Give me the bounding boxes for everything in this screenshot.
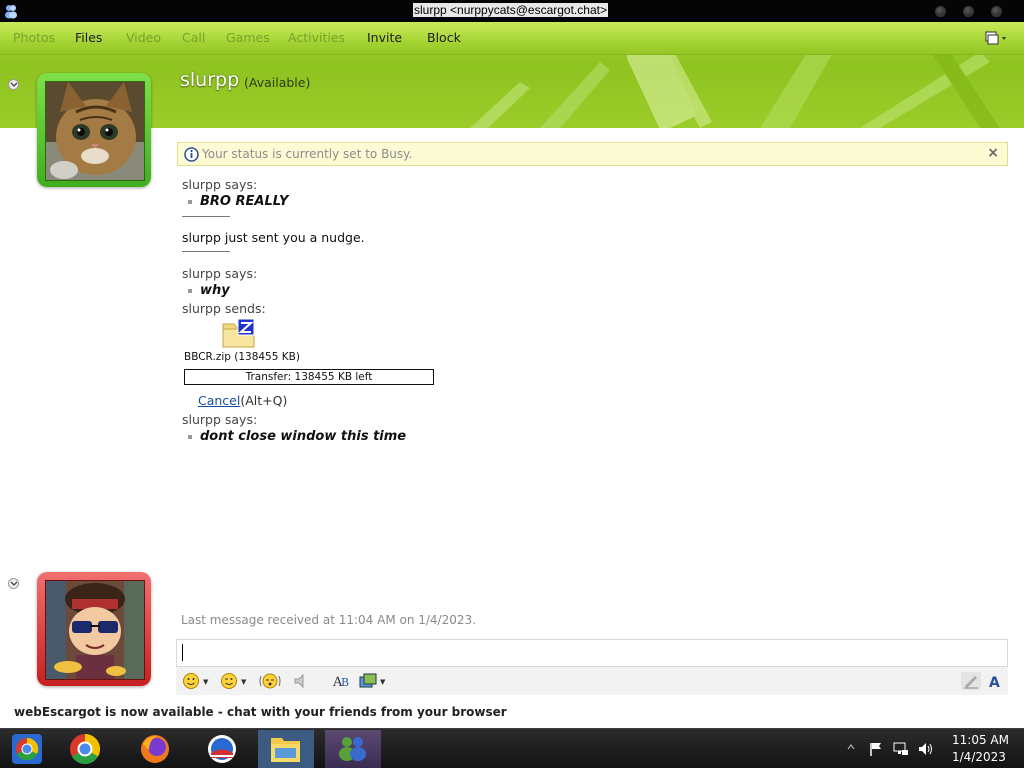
cartoon-avatar-image xyxy=(46,581,144,679)
clock-date[interactable]: 1/4/2023 xyxy=(952,750,1006,764)
promo-banner[interactable]: webEscargot is now available - chat with… xyxy=(14,705,507,719)
nudge-icon[interactable] xyxy=(258,672,282,690)
contact-status: (Available) xyxy=(244,75,311,90)
menu-invite[interactable]: Invite xyxy=(367,30,402,45)
conversation-header: Photos Files Video Call Games Activities… xyxy=(0,22,1024,128)
compose-toolbar: ▼ ▼ A B ▼ A xyxy=(176,667,1008,695)
menu-photos[interactable]: Photos xyxy=(13,30,55,45)
show-hidden-icons-icon[interactable] xyxy=(846,742,856,752)
svg-text:B: B xyxy=(341,676,349,689)
menu-files[interactable]: Files xyxy=(75,30,102,45)
volume-icon[interactable] xyxy=(917,741,935,757)
kitten-image xyxy=(46,82,144,180)
menu-call[interactable]: Call xyxy=(182,30,205,45)
menu-activities[interactable]: Activities xyxy=(288,30,345,45)
cancel-link[interactable]: Cancel xyxy=(198,393,240,408)
menu-games[interactable]: Games xyxy=(226,30,270,45)
status-info-bar: Your status is currently set to Busy. × xyxy=(177,142,1008,166)
options-menu-icon[interactable] xyxy=(984,30,1008,46)
info-message: Your status is currently set to Busy. xyxy=(202,147,413,161)
close-button[interactable] xyxy=(991,6,1002,17)
file-name: BBCR.zip (138455 KB) xyxy=(184,351,300,363)
background-icon[interactable] xyxy=(359,672,377,690)
emoticon-icon[interactable] xyxy=(182,672,200,690)
sender-label: slurpp says: xyxy=(182,266,258,281)
user-avatar xyxy=(45,580,145,680)
background-dropdown-icon[interactable]: ▼ xyxy=(380,678,385,696)
messenger-taskbar-button[interactable] xyxy=(325,730,381,768)
menu-bar: Photos Files Video Call Games Activities… xyxy=(0,22,1024,55)
wink-dropdown-icon[interactable]: ▼ xyxy=(241,678,246,696)
message-text: BRO REALLY xyxy=(200,194,289,209)
network-icon[interactable] xyxy=(892,741,910,757)
bullet xyxy=(188,199,192,204)
wink-icon[interactable] xyxy=(220,672,238,690)
voice-clip-icon[interactable] xyxy=(292,672,310,690)
file-explorer-taskbar-button[interactable] xyxy=(258,730,314,768)
cancel-shortcut: (Alt+Q) xyxy=(240,393,288,408)
message-input[interactable] xyxy=(176,639,1008,667)
clock-time[interactable]: 11:05 AM xyxy=(952,733,1009,747)
separator xyxy=(182,251,230,252)
zip-file-icon[interactable] xyxy=(222,318,256,348)
sender-label: slurpp says: xyxy=(182,412,258,427)
cancel-transfer: Cancel(Alt+Q) xyxy=(198,393,287,408)
contact-avatar xyxy=(45,81,145,181)
messenger-icon xyxy=(5,5,17,19)
menu-block[interactable]: Block xyxy=(427,30,461,45)
info-icon xyxy=(184,147,199,162)
font-icon[interactable]: A B xyxy=(332,672,352,690)
action-center-flag-icon[interactable] xyxy=(868,741,884,757)
escargot-taskbar-button[interactable] xyxy=(194,730,250,768)
message-line: BRO REALLY xyxy=(188,194,288,209)
taskbar xyxy=(0,728,1024,768)
separator xyxy=(182,216,230,217)
chrome-taskbar-button[interactable] xyxy=(57,730,113,768)
title-bar: slurpp <nurppycats@escargot.chat> xyxy=(0,0,1024,22)
bullet xyxy=(188,288,192,293)
firefox-taskbar-button[interactable] xyxy=(127,730,183,768)
start-button[interactable] xyxy=(0,730,56,768)
close-infobar-icon[interactable]: × xyxy=(987,145,999,161)
handwriting-icon[interactable] xyxy=(961,672,981,690)
message-line: dont close window this time xyxy=(188,429,406,444)
collapse-user-icon[interactable] xyxy=(8,578,19,589)
message-text: why xyxy=(200,283,230,298)
sender-label: slurpp says: xyxy=(182,177,258,192)
menu-video[interactable]: Video xyxy=(126,30,161,45)
minimize-button[interactable] xyxy=(935,6,946,17)
last-message-info: Last message received at 11:04 AM on 1/4… xyxy=(181,613,476,627)
transfer-progress: Transfer: 138455 KB left xyxy=(184,369,434,385)
bullet xyxy=(188,434,192,439)
nudge-notice: slurpp just sent you a nudge. xyxy=(182,230,365,245)
collapse-contact-icon[interactable] xyxy=(8,79,19,90)
message-text: dont close window this time xyxy=(200,429,407,444)
contact-name: slurpp xyxy=(180,69,240,91)
text-caret xyxy=(182,644,183,661)
window-title: slurpp <nurppycats@escargot.chat> xyxy=(413,3,608,17)
maximize-button[interactable] xyxy=(963,6,974,17)
svg-text:A: A xyxy=(989,675,1000,690)
sender-label: slurpp sends: xyxy=(182,301,266,316)
user-avatar-frame[interactable] xyxy=(37,572,151,686)
message-line: why xyxy=(188,283,230,298)
emoticon-dropdown-icon[interactable]: ▼ xyxy=(203,678,208,696)
text-mode-icon[interactable]: A xyxy=(988,672,1004,690)
contact-avatar-frame[interactable] xyxy=(37,73,151,187)
